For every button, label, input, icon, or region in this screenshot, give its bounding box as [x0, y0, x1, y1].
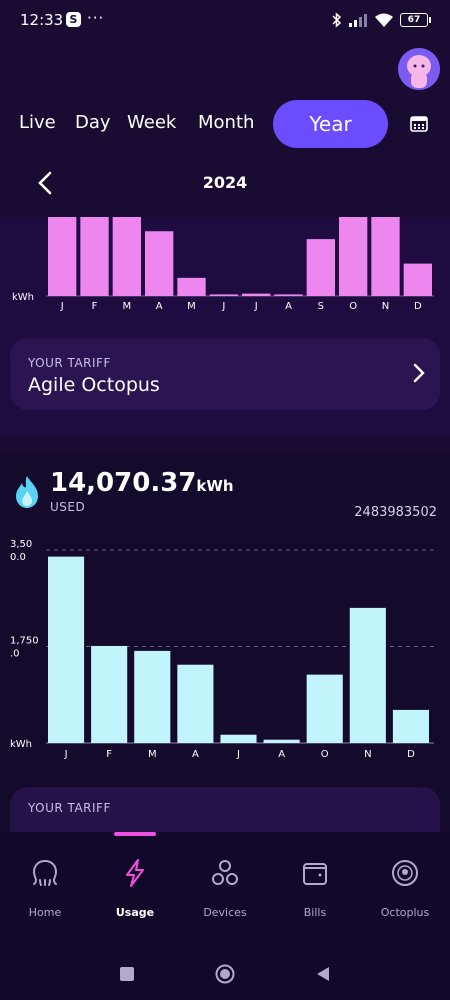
gas-bar	[306, 674, 343, 743]
nav-octoplus[interactable]: Octoplus	[360, 858, 450, 928]
nav-usage-label: Usage	[115, 906, 155, 919]
nav-bills-label: Bills	[303, 906, 327, 919]
gas-bar	[220, 734, 257, 743]
nav-devices[interactable]: Devices	[180, 858, 270, 928]
gas-month-label: D	[407, 749, 415, 760]
gas-bar	[91, 645, 128, 743]
gas-bar	[392, 709, 429, 743]
gas-month-label: J	[64, 749, 68, 760]
nav-devices-label: Devices	[203, 906, 247, 919]
nav-usage[interactable]: Usage	[90, 858, 180, 928]
gas-ytick-label: 0.0	[10, 552, 26, 563]
gas-ytick-label: .0	[10, 649, 20, 660]
gas-ytick-label: 3,50	[10, 539, 32, 550]
system-nav-bar	[0, 947, 450, 1000]
tariff-card-peek[interactable]: YOUR TARIFF	[10, 787, 440, 837]
recents-icon[interactable]	[116, 963, 138, 985]
gas-month-label: A	[192, 749, 199, 760]
nav-octoplus-label: Octoplus	[380, 906, 430, 919]
tariff-peek-label: YOUR TARIFF	[28, 801, 111, 815]
nav-home-label: Home	[28, 906, 62, 919]
bottom-nav: Home Usage Devices Bills Octoplus	[0, 832, 450, 947]
gas-month-label: N	[364, 749, 371, 760]
gas-month-label: M	[148, 749, 157, 760]
octopus-icon	[32, 860, 58, 886]
gas-month-label: A	[278, 749, 285, 760]
devices-icon	[212, 860, 238, 885]
gas-bar	[263, 739, 300, 743]
gas-bar	[349, 607, 386, 743]
nav-active-indicator	[114, 832, 156, 836]
nav-bills[interactable]: Bills	[270, 858, 360, 928]
gas-month-label: F	[106, 749, 112, 760]
gas-ytick-label: 1,750	[10, 636, 39, 647]
gas-bar	[48, 556, 85, 743]
nav-home[interactable]: Home	[0, 858, 90, 928]
gas-usage-chart: 3,50 0.0 1,750 .0 J F M A J A O N DkWh	[10, 539, 434, 760]
gas-unit-label: kWh	[10, 739, 32, 750]
octoplus-icon	[392, 860, 418, 886]
gas-month-label: J	[236, 749, 240, 760]
wallet-icon	[303, 863, 327, 885]
home-button-icon[interactable]	[214, 963, 236, 985]
lightning-icon	[126, 859, 144, 887]
gas-bar	[177, 664, 214, 743]
gas-month-label: O	[321, 749, 329, 760]
back-icon[interactable]	[312, 963, 334, 985]
gas-bar	[134, 650, 171, 743]
